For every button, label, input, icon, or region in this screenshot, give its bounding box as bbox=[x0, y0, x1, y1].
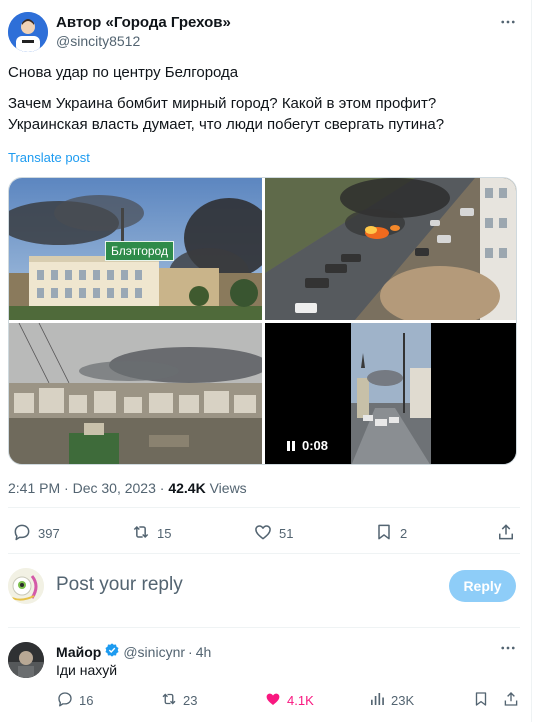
author-handle[interactable]: @sincity8512 bbox=[56, 33, 140, 49]
post-text-line: Зачем Украина бомбит мирный город? Какой… bbox=[8, 95, 437, 112]
media-photo-1[interactable]: Блэтгород bbox=[9, 178, 262, 320]
post-text-line: Снова удар по центру Белгорода bbox=[8, 64, 239, 81]
post-author-header: Автор «Города Грехов» @sincity8512 bbox=[8, 12, 524, 52]
post-text: Снова удар по центру Белгорода Зачем Укр… bbox=[8, 62, 520, 135]
comment-author-handle[interactable]: @sinicynr bbox=[123, 644, 185, 660]
reply-count: 397 bbox=[38, 526, 60, 541]
divider bbox=[8, 627, 520, 628]
like-button[interactable]: 51 bbox=[253, 522, 293, 545]
bookmark-icon bbox=[472, 690, 490, 711]
comment-author-name[interactable]: Майор bbox=[56, 644, 101, 660]
meta-separator: · bbox=[64, 480, 69, 496]
repost-icon bbox=[160, 690, 178, 711]
more-icon bbox=[499, 13, 517, 36]
city-sign-label: Блэтгород bbox=[105, 241, 174, 261]
post-detail: Автор «Города Грехов» @sincity8512 Снова… bbox=[0, 0, 532, 722]
media-photo-3[interactable] bbox=[9, 323, 262, 464]
like-icon bbox=[264, 690, 282, 711]
repost-count: 15 bbox=[157, 526, 172, 541]
verified-icon bbox=[104, 642, 120, 661]
share-icon bbox=[502, 690, 520, 711]
share-icon bbox=[496, 522, 516, 545]
comment-views-button[interactable]: 23K bbox=[368, 690, 414, 711]
post-date[interactable]: Dec 30, 2023 bbox=[73, 480, 156, 496]
comment-like-count: 4.1K bbox=[287, 693, 314, 708]
comment-repost-button[interactable]: 23 bbox=[160, 690, 197, 711]
translate-post-link[interactable]: Translate post bbox=[8, 150, 90, 165]
media-video[interactable]: 0:08 bbox=[265, 323, 516, 464]
comment-action-bar: 16 23 4.1K 23K bbox=[56, 690, 520, 710]
post-text-line: Украинская власть думает, что люди побег… bbox=[8, 116, 445, 133]
comment-like-button[interactable]: 4.1K bbox=[264, 690, 314, 711]
author-avatar[interactable] bbox=[8, 12, 48, 52]
meta-separator: · bbox=[159, 480, 165, 496]
divider bbox=[8, 507, 520, 508]
bookmark-icon bbox=[374, 522, 394, 545]
post-meta: 2:41 PM · Dec 30, 2023 · 42.4K Views bbox=[8, 480, 247, 496]
video-duration-badge[interactable]: 0:08 bbox=[279, 435, 336, 456]
reply-icon bbox=[12, 522, 32, 545]
comment-bookmark-button[interactable] bbox=[472, 690, 490, 711]
comment-time[interactable]: 4h bbox=[196, 644, 212, 660]
comment-separator: · bbox=[188, 643, 193, 660]
post-action-bar: 397 15 51 2 bbox=[12, 522, 520, 544]
media-photo-2[interactable] bbox=[265, 178, 516, 320]
repost-button[interactable]: 15 bbox=[131, 522, 171, 545]
comment-text: Іди нахуй bbox=[56, 662, 118, 678]
views-icon bbox=[368, 690, 386, 711]
reply-submit-button[interactable]: Reply bbox=[449, 570, 516, 602]
like-count: 51 bbox=[279, 526, 294, 541]
more-options-button[interactable] bbox=[496, 14, 520, 34]
pause-icon bbox=[286, 440, 296, 452]
reply-button[interactable]: 397 bbox=[12, 522, 60, 545]
comment-share-button[interactable] bbox=[502, 690, 520, 711]
like-icon bbox=[253, 522, 273, 545]
comment-author-avatar[interactable] bbox=[8, 642, 44, 678]
video-duration: 0:08 bbox=[302, 438, 329, 453]
comment-views-count: 23K bbox=[391, 693, 415, 708]
comment-repost-count: 23 bbox=[183, 693, 198, 708]
more-icon bbox=[499, 639, 517, 662]
reply-icon bbox=[56, 690, 74, 711]
post-time[interactable]: 2:41 PM bbox=[8, 480, 60, 496]
bookmark-count: 2 bbox=[400, 526, 408, 541]
share-button[interactable] bbox=[496, 522, 516, 545]
current-user-avatar[interactable] bbox=[8, 568, 44, 604]
comment-more-button[interactable] bbox=[496, 640, 520, 660]
repost-icon bbox=[131, 522, 151, 545]
reply-input[interactable] bbox=[56, 574, 416, 596]
author-name[interactable]: Автор «Города Грехов» bbox=[56, 14, 231, 31]
bookmark-button[interactable]: 2 bbox=[374, 522, 407, 545]
comment-header: Майор @sinicynr · 4h bbox=[56, 642, 211, 661]
comment-reply-count: 16 bbox=[79, 693, 94, 708]
post-media-grid: Блэтгород 0:08 bbox=[8, 177, 517, 465]
views-label: Views bbox=[209, 480, 247, 496]
divider bbox=[8, 553, 520, 554]
views-count: 42.4K bbox=[168, 480, 206, 496]
comment-reply-button[interactable]: 16 bbox=[56, 690, 93, 711]
